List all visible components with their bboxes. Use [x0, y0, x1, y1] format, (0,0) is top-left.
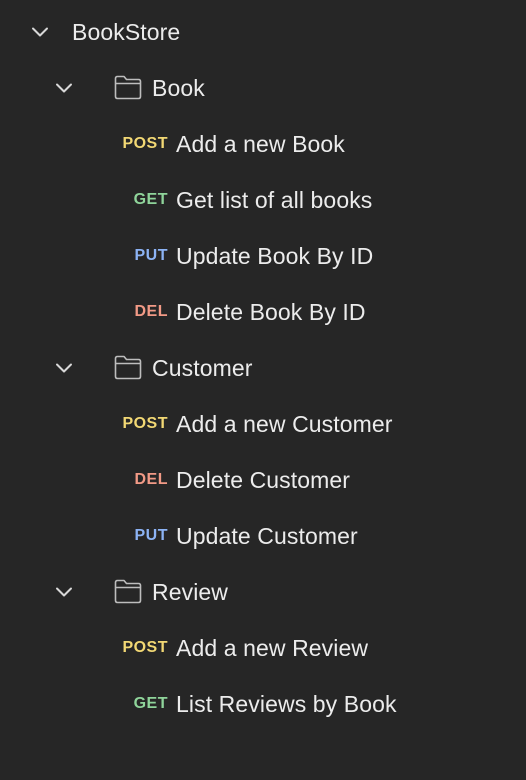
method-badge: PUT [134, 527, 168, 544]
collection-tree: BookStore Book POST Add a new Book GET G… [0, 4, 526, 732]
folder-name: Review [152, 579, 229, 605]
request-name: Update Customer [176, 523, 358, 549]
request-name: Add a new Customer [176, 411, 393, 437]
method-badge: GET [133, 695, 168, 712]
request-name: Delete Book By ID [176, 299, 366, 325]
request-name: List Reviews by Book [176, 691, 397, 717]
request-item[interactable]: POST Add a new Review [0, 620, 526, 676]
folder-icon [114, 73, 142, 101]
folder-customer[interactable]: Customer [0, 340, 526, 396]
request-name: Add a new Review [176, 635, 369, 661]
chevron-down-icon[interactable] [55, 583, 73, 601]
request-name: Get list of all books [176, 187, 373, 213]
request-item[interactable]: POST Add a new Customer [0, 396, 526, 452]
method-badge: DEL [134, 303, 168, 320]
method-badge: POST [122, 639, 168, 656]
method-badge: POST [122, 135, 168, 152]
collection-name: BookStore [72, 19, 181, 45]
chevron-down-icon[interactable] [31, 23, 49, 41]
method-badge: PUT [134, 247, 168, 264]
request-item[interactable]: PUT Update Book By ID [0, 228, 526, 284]
folder-icon [114, 353, 142, 381]
request-item[interactable]: DEL Delete Book By ID [0, 284, 526, 340]
collection-bookstore[interactable]: BookStore [0, 4, 526, 60]
chevron-down-icon[interactable] [55, 359, 73, 377]
method-badge: GET [133, 191, 168, 208]
method-badge: DEL [134, 471, 168, 488]
request-item[interactable]: PUT Update Customer [0, 508, 526, 564]
request-item[interactable]: GET Get list of all books [0, 172, 526, 228]
folder-name: Customer [152, 355, 253, 381]
chevron-down-icon[interactable] [55, 79, 73, 97]
request-item[interactable]: DEL Delete Customer [0, 452, 526, 508]
folder-name: Book [152, 75, 205, 101]
folder-review[interactable]: Review [0, 564, 526, 620]
request-name: Add a new Book [176, 131, 345, 157]
request-item[interactable]: GET List Reviews by Book [0, 676, 526, 732]
method-badge: POST [122, 415, 168, 432]
folder-book[interactable]: Book [0, 60, 526, 116]
request-name: Update Book By ID [176, 243, 374, 269]
folder-icon [114, 577, 142, 605]
request-item[interactable]: POST Add a new Book [0, 116, 526, 172]
request-name: Delete Customer [176, 467, 351, 493]
